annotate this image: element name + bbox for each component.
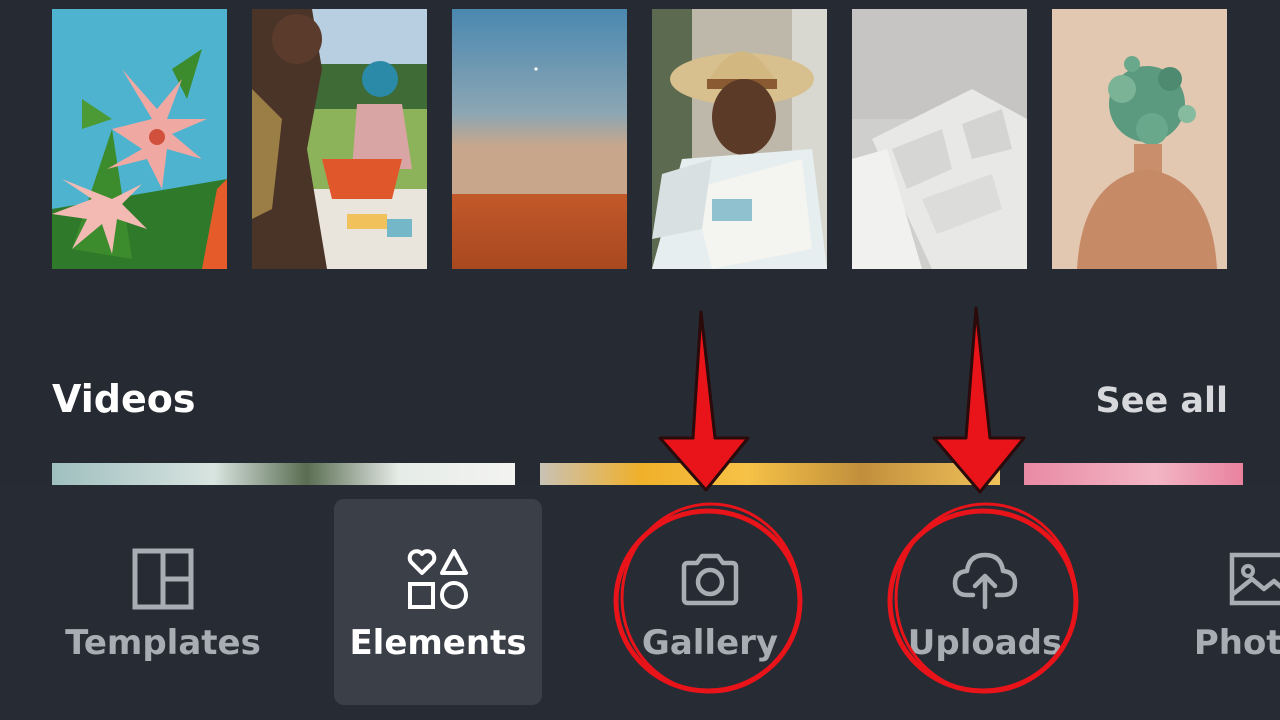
plant-head-image	[1052, 9, 1227, 269]
lily-image	[52, 9, 227, 269]
abstract-image	[852, 9, 1027, 269]
nav-item-photos[interactable]: Photos	[1156, 499, 1280, 705]
nav-label-photos: Photos	[1193, 623, 1280, 663]
image-icon	[1229, 552, 1280, 606]
app-screen: Videos See all Templates Elements Galler…	[0, 0, 1280, 720]
photo-thumbnail-desert[interactable]	[452, 9, 627, 269]
video-thumbnail-3[interactable]	[1024, 463, 1243, 485]
elements-icon	[407, 549, 468, 609]
see-all-videos-link[interactable]: See all	[1096, 378, 1228, 424]
nav-label-elements: Elements	[349, 623, 527, 663]
photo-thumbnail-picnic[interactable]	[252, 9, 427, 269]
camera-icon	[681, 553, 739, 606]
photo-thumbnail-man-hat[interactable]	[652, 9, 827, 269]
nav-item-uploads[interactable]: Uploads	[881, 499, 1089, 705]
photo-thumbnail-abstract[interactable]	[852, 9, 1027, 269]
man-hat-image	[652, 9, 827, 269]
nav-item-elements[interactable]: Elements	[334, 499, 542, 705]
nav-item-gallery[interactable]: Gallery	[606, 499, 814, 705]
photo-thumbnail-plant-head[interactable]	[1052, 9, 1227, 269]
cloud-upload-icon	[952, 552, 1018, 610]
photo-thumbnail-lily[interactable]	[52, 9, 227, 269]
video-thumbnail-2[interactable]	[540, 463, 1000, 485]
templates-icon	[132, 548, 194, 610]
nav-label-uploads: Uploads	[907, 623, 1063, 663]
nav-label-templates: Templates	[65, 623, 261, 663]
nav-item-templates[interactable]: Templates	[59, 499, 267, 705]
video-thumbnail-1[interactable]	[52, 463, 515, 485]
picnic-image	[252, 9, 427, 269]
videos-section-title: Videos	[52, 377, 196, 421]
nav-label-gallery: Gallery	[641, 623, 779, 663]
desert-image	[452, 9, 627, 269]
bottom-navigation-bar: Templates Elements Gallery Uploads Phot	[0, 485, 1280, 720]
